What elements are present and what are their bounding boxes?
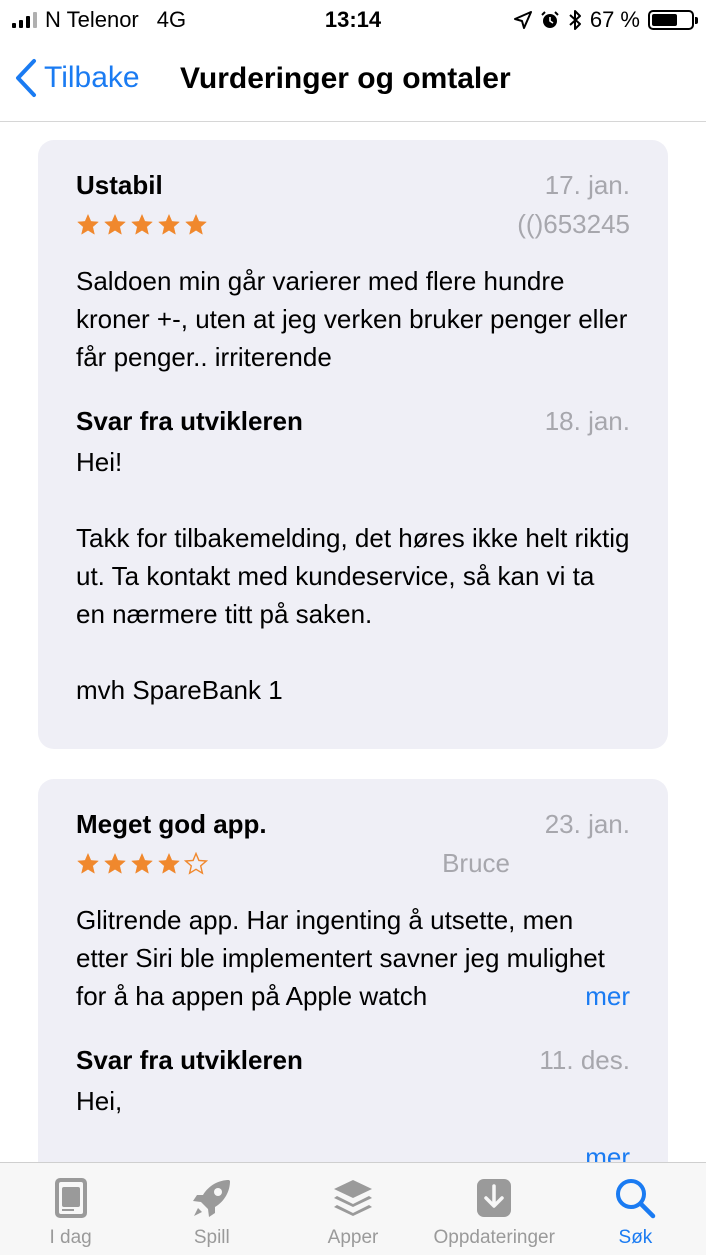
download-icon	[477, 1179, 512, 1217]
review-author: Bruce	[442, 848, 510, 878]
back-label: Tilbake	[44, 61, 140, 94]
developer-response-date: 11. des.	[539, 1045, 630, 1075]
alarm-icon	[541, 11, 559, 28]
review-body: Saldoen min går varierer med flere hundr…	[76, 266, 628, 372]
review-author: (()653245	[517, 209, 630, 239]
star-filled-icon	[104, 852, 126, 874]
battery-level	[652, 14, 678, 26]
layers-icon	[334, 1180, 372, 1216]
bluetooth-icon	[569, 10, 581, 30]
star-filled-icon	[131, 213, 153, 235]
rocket-icon	[192, 1180, 230, 1217]
status-bar: N Telenor 4G 13:14 67 %	[0, 0, 706, 40]
page-title: Vurderinger og omtaler	[180, 62, 511, 95]
developer-response-body: Hei! Takk for tilbakemelding, det høres …	[76, 447, 630, 705]
rating-row: Bruce	[76, 848, 630, 879]
tab-search[interactable]: Søk	[565, 1163, 706, 1255]
review-body-truncated: Glitrende app. Har ingenting å utsette, …	[76, 901, 630, 1015]
developer-response-title: Svar fra utvikleren	[76, 1045, 303, 1075]
star-filled-icon	[158, 852, 180, 874]
tab-apps[interactable]: Apper	[282, 1163, 423, 1255]
developer-response-title: Svar fra utvikleren	[76, 406, 303, 436]
review-header: Meget god app. 23. jan.	[76, 809, 630, 840]
review-title: Meget god app.	[76, 809, 267, 839]
developer-response-truncated: Hei, mer	[76, 1082, 630, 1162]
carrier-name: N Telenor	[45, 7, 139, 32]
network-type: 4G	[156, 7, 187, 32]
tab-games[interactable]: Spill	[141, 1163, 282, 1255]
review-date: 17. jan.	[544, 170, 630, 200]
developer-response-header: Svar fra utvikleren 18. jan.	[76, 406, 630, 437]
location-icon	[513, 11, 532, 29]
review-date: 23. jan.	[544, 809, 630, 839]
navigation-bar: Tilbake Vurderinger og omtaler	[0, 40, 706, 122]
status-left: N Telenor 4G	[12, 7, 186, 33]
review-card[interactable]: Meget god app. 23. jan. Bruce Glitrende …	[38, 779, 668, 1162]
search-icon	[616, 1179, 656, 1219]
status-right: 67 %	[513, 7, 698, 33]
review-card[interactable]: Ustabil 17. jan. (()653245 Saldoen min g…	[38, 140, 668, 749]
battery-icon	[648, 10, 698, 30]
rating-row: (()653245	[76, 209, 630, 240]
today-icon	[54, 1178, 87, 1218]
review-header: Ustabil 17. jan.	[76, 170, 630, 201]
developer-response-header: Svar fra utvikleren 11. des.	[76, 1045, 630, 1076]
developer-response-date: 18. jan.	[544, 406, 630, 436]
tab-updates[interactable]: Oppdateringer	[424, 1163, 565, 1255]
review-title: Ustabil	[76, 170, 163, 200]
tab-today[interactable]: I dag	[0, 1163, 141, 1255]
developer-response-body: Hei,	[76, 1086, 123, 1116]
more-button[interactable]: mer	[585, 1142, 630, 1162]
star-rating	[76, 851, 208, 876]
star-filled-icon	[158, 213, 180, 235]
star-rating	[76, 213, 208, 237]
tab-bar: I dag Spill Apper Oppdateringer Søk	[0, 1162, 706, 1255]
star-filled-icon	[185, 213, 207, 235]
battery-percent: 67 %	[589, 7, 640, 32]
star-empty-icon	[184, 851, 208, 875]
review-body: Glitrende app. Har ingenting å utsette, …	[76, 905, 605, 1011]
star-filled-icon	[77, 852, 99, 874]
tab-label: Oppdateringer	[433, 1227, 555, 1248]
back-button[interactable]: Tilbake	[14, 58, 140, 98]
star-filled-icon	[131, 852, 153, 874]
reviews-list[interactable]: Ustabil 17. jan. (()653245 Saldoen min g…	[0, 122, 706, 1162]
tab-label: I dag	[49, 1227, 92, 1248]
more-button[interactable]: mer	[545, 977, 630, 1015]
tab-label: Søk	[618, 1227, 653, 1248]
signal-icon	[12, 12, 37, 28]
star-filled-icon	[104, 213, 126, 235]
chevron-left-icon	[16, 59, 36, 97]
tab-label: Apper	[327, 1227, 379, 1248]
star-filled-icon	[77, 213, 99, 235]
tab-label: Spill	[193, 1227, 230, 1248]
